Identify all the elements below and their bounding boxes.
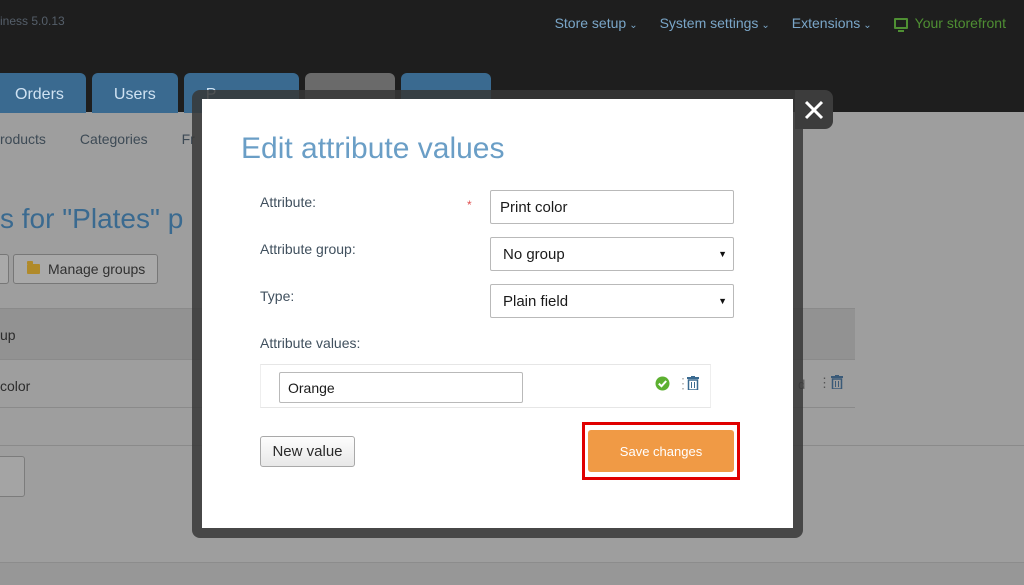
attribute-values-label: Attribute values: (260, 335, 361, 351)
attribute-group-label: Attribute group: (260, 241, 356, 257)
tab-orders[interactable]: Orders (0, 73, 86, 113)
subnav-products[interactable]: roducts (0, 131, 46, 147)
subnav-categories[interactable]: Categories (80, 131, 148, 147)
page-title: s for "Plates" p (0, 203, 184, 234)
sub-navigation: roducts Categories Fr (0, 131, 195, 147)
check-circle-icon[interactable] (655, 376, 670, 396)
trash-icon[interactable] (831, 375, 843, 394)
attribute-group-value: No group (503, 246, 565, 263)
chevron-down-icon: ⌄ (863, 20, 872, 31)
save-changes-button[interactable]: Save changes (588, 430, 734, 472)
bottom-button[interactable] (0, 456, 25, 497)
manage-groups-button[interactable]: Manage groups (13, 254, 158, 284)
attribute-value-input[interactable]: Orange (279, 372, 523, 403)
edit-attribute-dialog: Edit attribute values Attribute: * Print… (202, 99, 793, 528)
dropdown-arrow-icon: ▼ (718, 296, 727, 306)
attribute-label: Attribute: (260, 194, 317, 210)
dropdown-arrow-icon: ▼ (718, 249, 727, 259)
store-setup-menu[interactable]: Store setup ⌄ (555, 15, 638, 31)
type-select[interactable]: Plain field ▼ (490, 284, 734, 318)
new-value-button[interactable]: New value (260, 436, 355, 467)
attribute-name-input[interactable]: Print color (490, 190, 734, 224)
system-settings-menu[interactable]: System settings ⌄ (660, 15, 770, 31)
chevron-down-icon: ⌄ (629, 20, 638, 31)
tab-users[interactable]: Users (91, 73, 178, 113)
trash-icon[interactable] (687, 376, 699, 395)
chevron-down-icon: ⌄ (761, 20, 770, 31)
monitor-icon (893, 17, 908, 32)
attribute-group-select[interactable]: No group ▼ (490, 237, 734, 271)
type-label: Type: (260, 288, 295, 304)
close-icon (804, 100, 824, 119)
extensions-menu[interactable]: Extensions ⌄ (792, 15, 872, 31)
add-attribute-button[interactable] (0, 254, 9, 284)
row-cell: color (0, 378, 31, 394)
version-label: iness 5.0.13 (0, 14, 65, 28)
separator-dots: ⋮ (818, 375, 831, 390)
required-marker: * (467, 198, 472, 212)
storefront-link[interactable]: Your storefront (893, 15, 1006, 32)
type-value: Plain field (503, 293, 569, 310)
footer (0, 562, 1024, 585)
close-button[interactable] (795, 90, 833, 129)
attribute-values-list: Orange ⋮ (260, 364, 711, 408)
folder-icon (27, 261, 40, 274)
top-navigation: Store setup ⌄ System settings ⌄ Extensions… (555, 15, 1006, 32)
column-header-group: up (0, 327, 16, 343)
dialog-title: Edit attribute values (241, 132, 505, 165)
